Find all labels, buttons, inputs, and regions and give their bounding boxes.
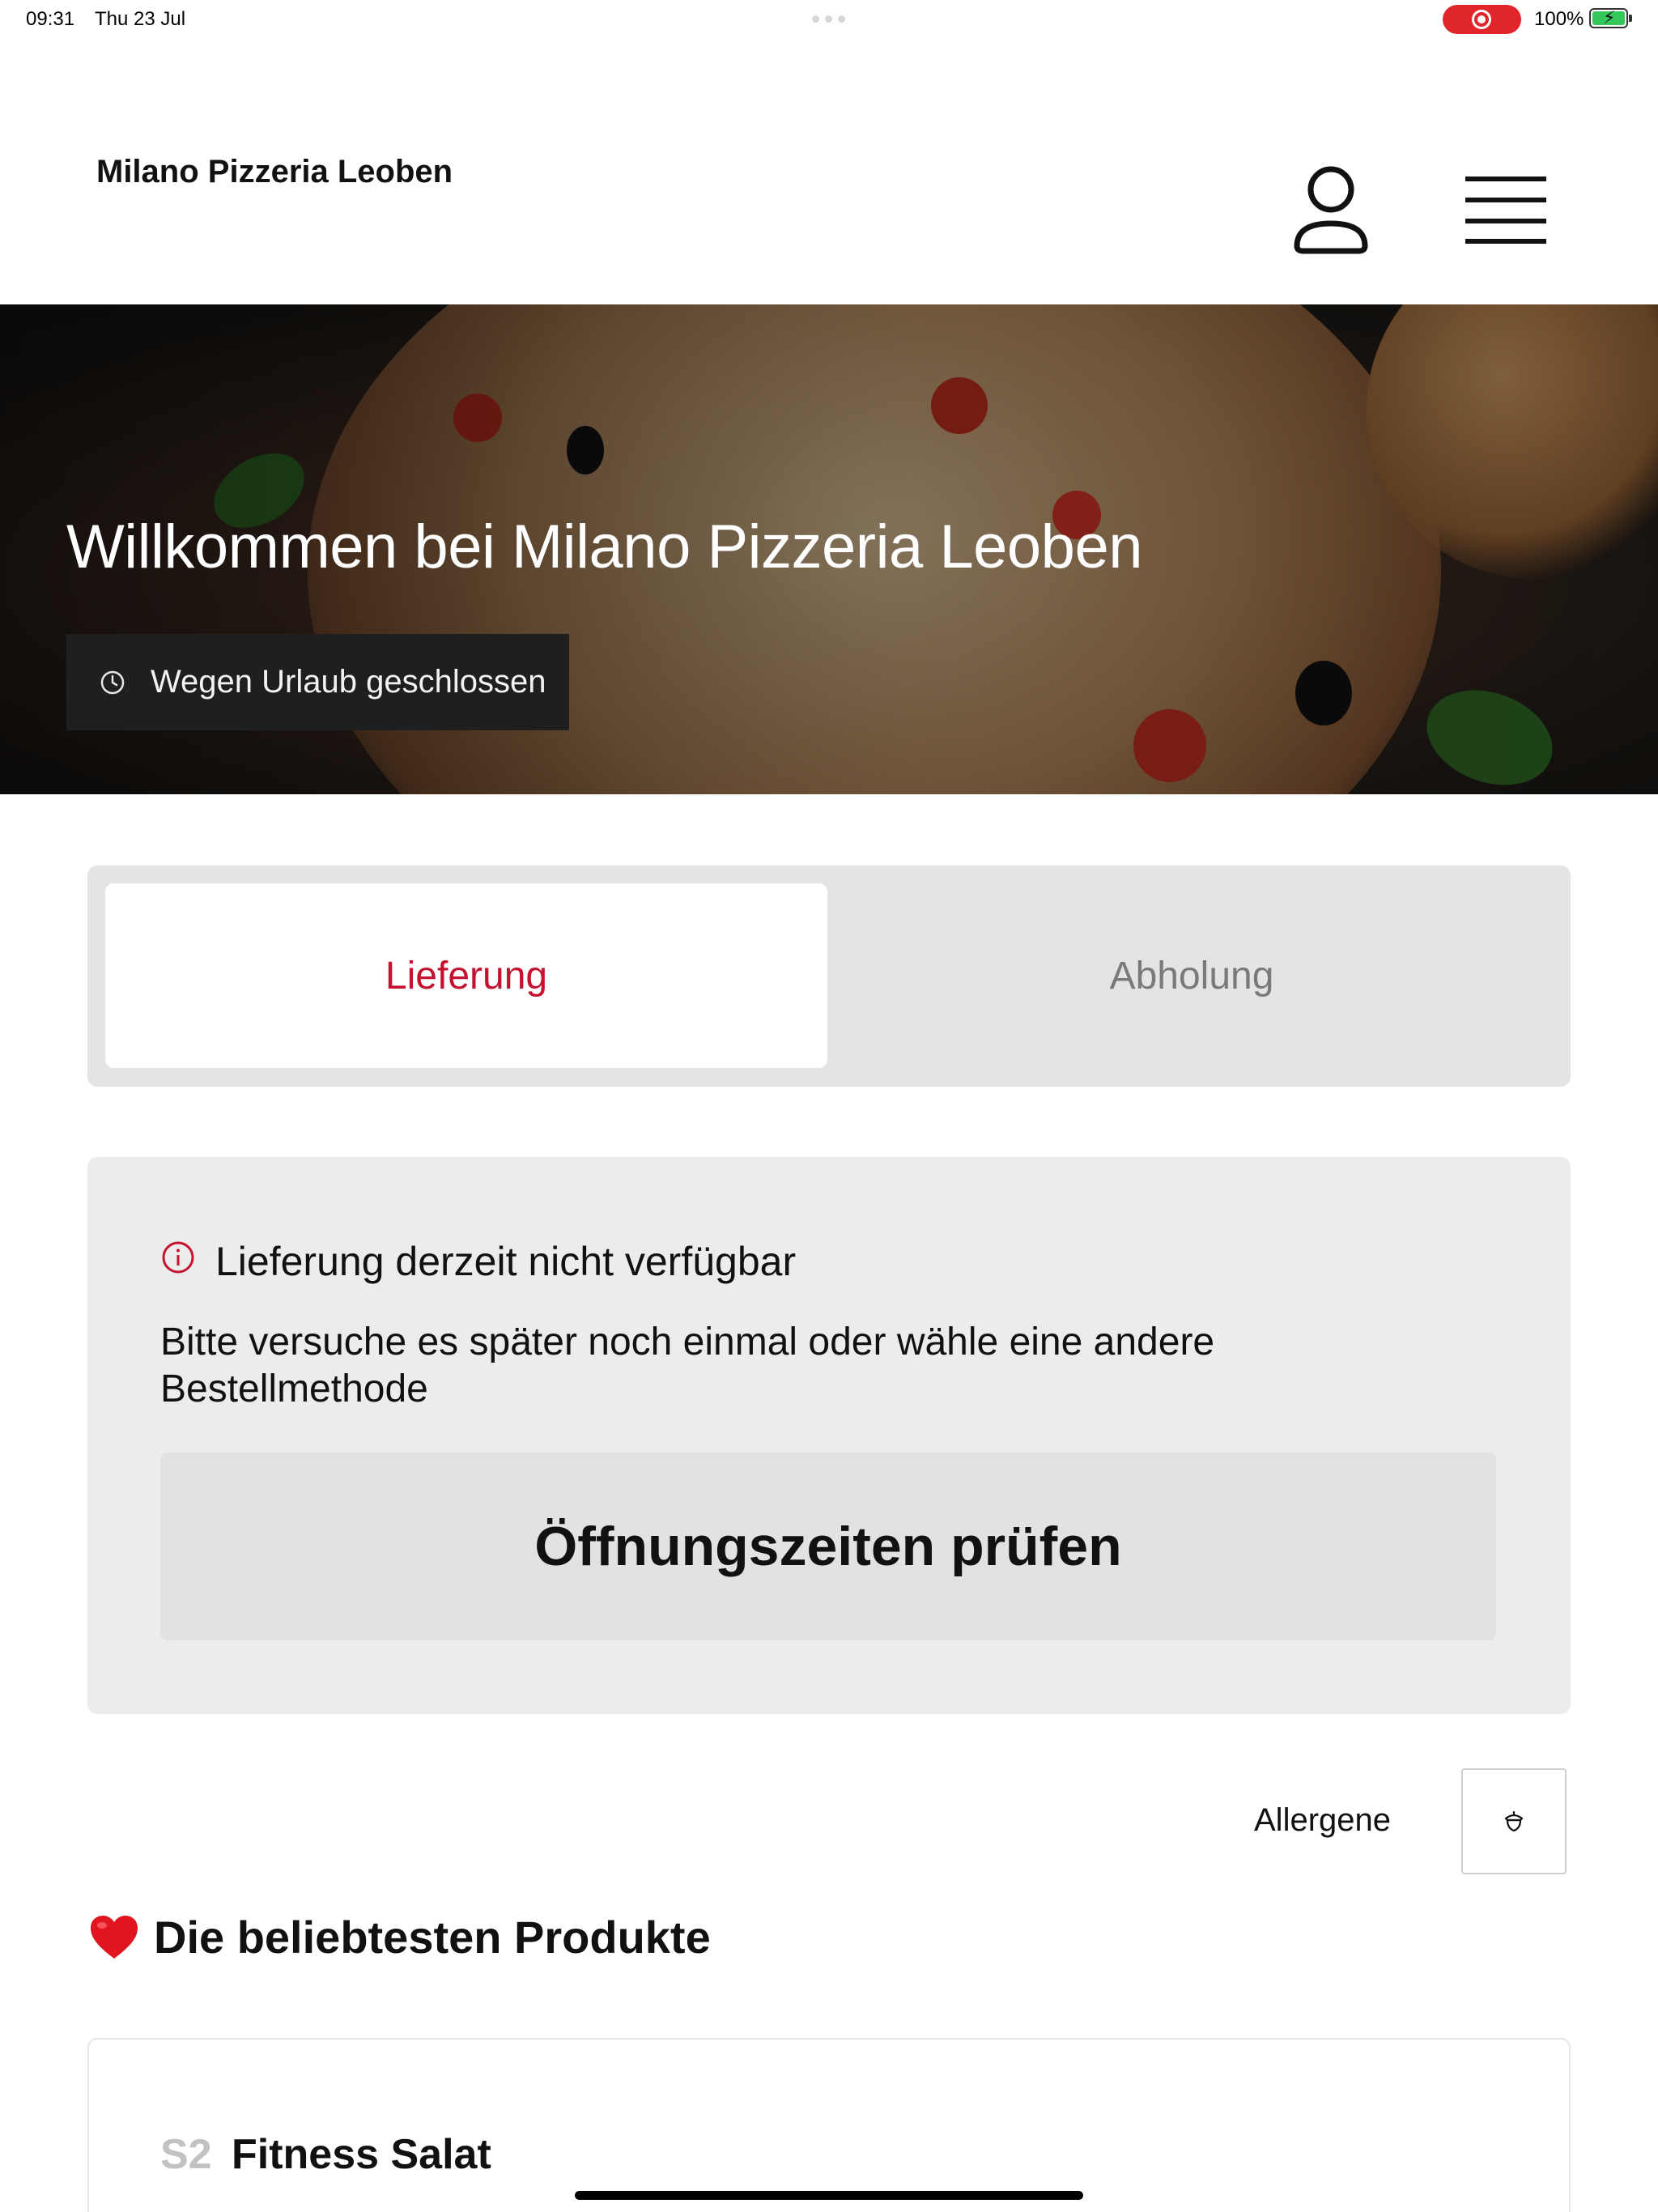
home-indicator[interactable]	[575, 2191, 1083, 2200]
allergens-button[interactable]	[1461, 1768, 1567, 1874]
status-bar: 09:31 Thu 23 Jul 100% ⚡	[0, 0, 1658, 39]
popular-products-heading: Die beliebtesten Produkte	[89, 1911, 711, 1963]
hero-title: Willkommen bei Milano Pizzeria Leoben	[66, 513, 1142, 581]
closed-status-text: Wegen Urlaub geschlossen	[151, 664, 546, 700]
screen-recording-icon[interactable]	[1443, 5, 1521, 34]
hero-banner: Willkommen bei Milano Pizzeria Leoben We…	[0, 304, 1658, 794]
status-date: Thu 23 Jul	[95, 8, 186, 30]
battery-percentage: 100%	[1534, 8, 1584, 30]
product-code: S2	[160, 2131, 212, 2178]
user-icon[interactable]	[1294, 165, 1368, 256]
status-time: 09:31	[26, 8, 75, 30]
closed-status-badge: Wegen Urlaub geschlossen	[66, 634, 569, 730]
brand-title[interactable]: Milano Pizzeria Leoben	[96, 154, 453, 190]
tab-delivery[interactable]: Lieferung	[105, 883, 827, 1068]
tab-pickup[interactable]: Abholung	[831, 883, 1553, 1068]
clock-icon	[100, 670, 125, 694]
delivery-unavailable-notice: Lieferung derzeit nicht verfügbar Bitte …	[87, 1157, 1571, 1714]
site-header: Milano Pizzeria Leoben	[0, 39, 1658, 304]
notice-body: Bitte versuche es später noch einmal ode…	[160, 1321, 1215, 1410]
check-opening-hours-button[interactable]: Öffnungszeiten prüfen	[160, 1453, 1496, 1640]
order-method-tabs: Lieferung Abholung	[87, 866, 1571, 1087]
acorn-icon	[1504, 1810, 1524, 1831]
product-name: Fitness Salat	[232, 2131, 491, 2178]
info-icon	[162, 1241, 194, 1274]
product-card[interactable]: S2 Fitness Salat	[87, 2038, 1571, 2212]
multitasking-dots-icon[interactable]	[812, 15, 845, 23]
popular-products-title: Die beliebtesten Produkte	[154, 1912, 711, 1963]
menu-icon[interactable]	[1465, 175, 1546, 245]
allergens-label: Allergene	[1254, 1802, 1392, 1838]
heart-icon	[91, 1915, 138, 1959]
battery-icon: ⚡	[1589, 8, 1632, 28]
notice-heading: Lieferung derzeit nicht verfügbar	[215, 1239, 797, 1284]
